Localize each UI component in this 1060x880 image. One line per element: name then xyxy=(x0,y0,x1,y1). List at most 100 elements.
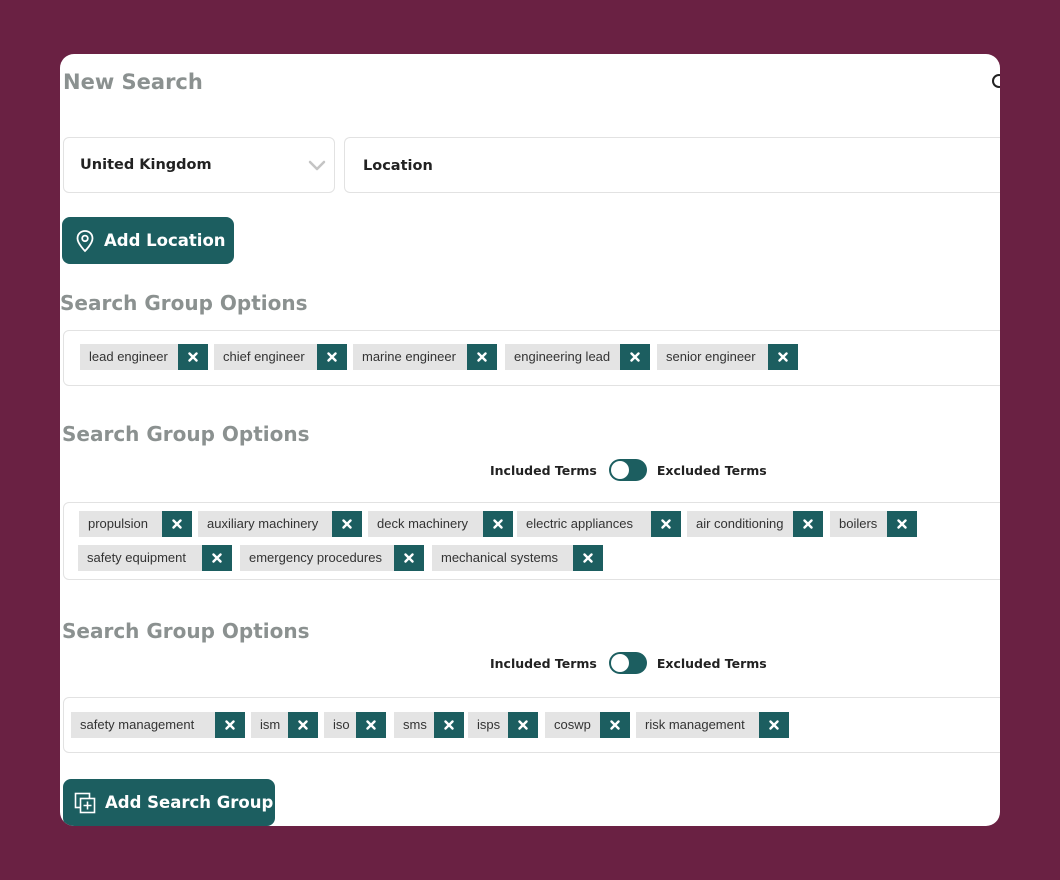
excluded-terms-label: Excluded Terms xyxy=(656,655,767,671)
tag-label: safety equipment xyxy=(87,550,187,565)
tag-remove-button[interactable] xyxy=(651,511,681,537)
close-icon xyxy=(630,352,640,362)
search-tag: senior engineer xyxy=(657,344,798,370)
tag-remove-button[interactable] xyxy=(467,344,497,370)
close-icon xyxy=(661,519,671,529)
tag-remove-button[interactable] xyxy=(573,545,603,571)
page-title: New Search xyxy=(63,70,203,94)
search-tag: lead engineer xyxy=(80,344,208,370)
close-icon xyxy=(610,720,620,730)
search-tag: boilers xyxy=(830,511,917,537)
terms-toggle-switch[interactable] xyxy=(608,459,647,481)
search-tag: mechanical systems xyxy=(432,545,603,571)
tag-remove-button[interactable] xyxy=(600,712,630,738)
close-icon xyxy=(769,720,779,730)
close-icon xyxy=(342,519,352,529)
search-group-title: Search Group Options xyxy=(60,291,308,315)
location-field[interactable] xyxy=(344,137,1000,193)
add-search-group-button[interactable]: Add Search Group xyxy=(63,779,275,826)
close-icon xyxy=(493,519,503,529)
search-tag: auxiliary machinery xyxy=(198,511,362,537)
tag-remove-button[interactable] xyxy=(162,511,192,537)
tag-label: propulsion xyxy=(88,516,148,531)
search-tag: risk management xyxy=(636,712,789,738)
tag-label: coswp xyxy=(554,717,591,732)
close-icon xyxy=(172,519,182,529)
search-tag: marine engineer xyxy=(353,344,497,370)
country-select[interactable]: United Kingdom xyxy=(63,137,335,193)
excluded-terms-label: Excluded Terms xyxy=(656,462,767,478)
search-tag: air conditioning xyxy=(687,511,823,537)
search-tag: emergency procedures xyxy=(240,545,424,571)
close-icon xyxy=(298,720,308,730)
terms-toggle-row: Included Terms Excluded Terms xyxy=(490,652,767,674)
country-select-value: United Kingdom xyxy=(80,157,212,173)
search-group-tags[interactable]: lead engineer chief engineer marine engi… xyxy=(63,330,1000,386)
tag-label: electric appliances xyxy=(526,516,633,531)
tag-label: marine engineer xyxy=(362,349,456,364)
tag-remove-button[interactable] xyxy=(793,511,823,537)
tag-remove-button[interactable] xyxy=(215,712,245,738)
search-tag: safety management xyxy=(71,712,245,738)
add-location-button[interactable]: Add Location xyxy=(62,217,234,264)
tag-remove-button[interactable] xyxy=(759,712,789,738)
search-tag: chief engineer xyxy=(214,344,347,370)
search-tag: isps xyxy=(468,712,538,738)
tag-remove-button[interactable] xyxy=(288,712,318,738)
search-tag: safety equipment xyxy=(78,545,232,571)
tag-label: sms xyxy=(403,717,427,732)
tag-remove-button[interactable] xyxy=(483,511,513,537)
close-icon xyxy=(778,352,788,362)
close-icon[interactable] xyxy=(992,74,1000,88)
search-tag: ism xyxy=(251,712,318,738)
toggle-knob xyxy=(610,461,629,479)
tag-remove-button[interactable] xyxy=(620,344,650,370)
location-input[interactable] xyxy=(361,155,925,177)
chevron-down-icon xyxy=(308,160,326,171)
tag-remove-button[interactable] xyxy=(394,545,424,571)
tag-label: iso xyxy=(333,717,350,732)
search-tag: engineering lead xyxy=(505,344,650,370)
close-icon xyxy=(444,720,454,730)
close-icon xyxy=(366,720,376,730)
search-group-title: Search Group Options xyxy=(62,422,310,446)
tag-label: emergency procedures xyxy=(249,550,382,565)
included-terms-label: Included Terms xyxy=(490,462,597,478)
tag-remove-button[interactable] xyxy=(202,545,232,571)
tag-remove-button[interactable] xyxy=(356,712,386,738)
search-tag: sms xyxy=(394,712,464,738)
tag-remove-button[interactable] xyxy=(434,712,464,738)
map-pin-icon xyxy=(76,229,94,252)
search-tag: coswp xyxy=(545,712,630,738)
search-group-tags[interactable]: propulsion auxiliary machinery deck mach… xyxy=(63,502,1000,580)
tag-remove-button[interactable] xyxy=(332,511,362,537)
close-icon xyxy=(225,720,235,730)
tag-label: mechanical systems xyxy=(441,550,559,565)
tag-label: ism xyxy=(260,717,281,732)
toggle-knob xyxy=(610,654,629,672)
tag-label: auxiliary machinery xyxy=(207,516,319,531)
tag-remove-button[interactable] xyxy=(887,511,917,537)
add-layer-icon xyxy=(74,792,96,813)
close-icon xyxy=(897,519,907,529)
close-icon xyxy=(212,553,222,563)
search-tag: iso xyxy=(324,712,386,738)
add-search-group-label: Add Search Group xyxy=(105,793,274,812)
close-icon xyxy=(188,352,198,362)
tag-remove-button[interactable] xyxy=(317,344,347,370)
tag-remove-button[interactable] xyxy=(508,712,538,738)
search-group-tags[interactable]: safety management ism iso sms isps coswp… xyxy=(63,697,1000,753)
tag-label: senior engineer xyxy=(666,349,756,364)
tag-label: engineering lead xyxy=(514,349,611,364)
terms-toggle-switch[interactable] xyxy=(608,652,647,674)
close-icon xyxy=(404,553,414,563)
tag-label: chief engineer xyxy=(223,349,305,364)
tag-label: deck machinery xyxy=(377,516,469,531)
search-tag: deck machinery xyxy=(368,511,513,537)
tag-remove-button[interactable] xyxy=(178,344,208,370)
terms-toggle-row: Included Terms Excluded Terms xyxy=(490,459,767,481)
search-tag: electric appliances xyxy=(517,511,681,537)
tag-remove-button[interactable] xyxy=(768,344,798,370)
close-icon xyxy=(477,352,487,362)
included-terms-label: Included Terms xyxy=(490,655,597,671)
